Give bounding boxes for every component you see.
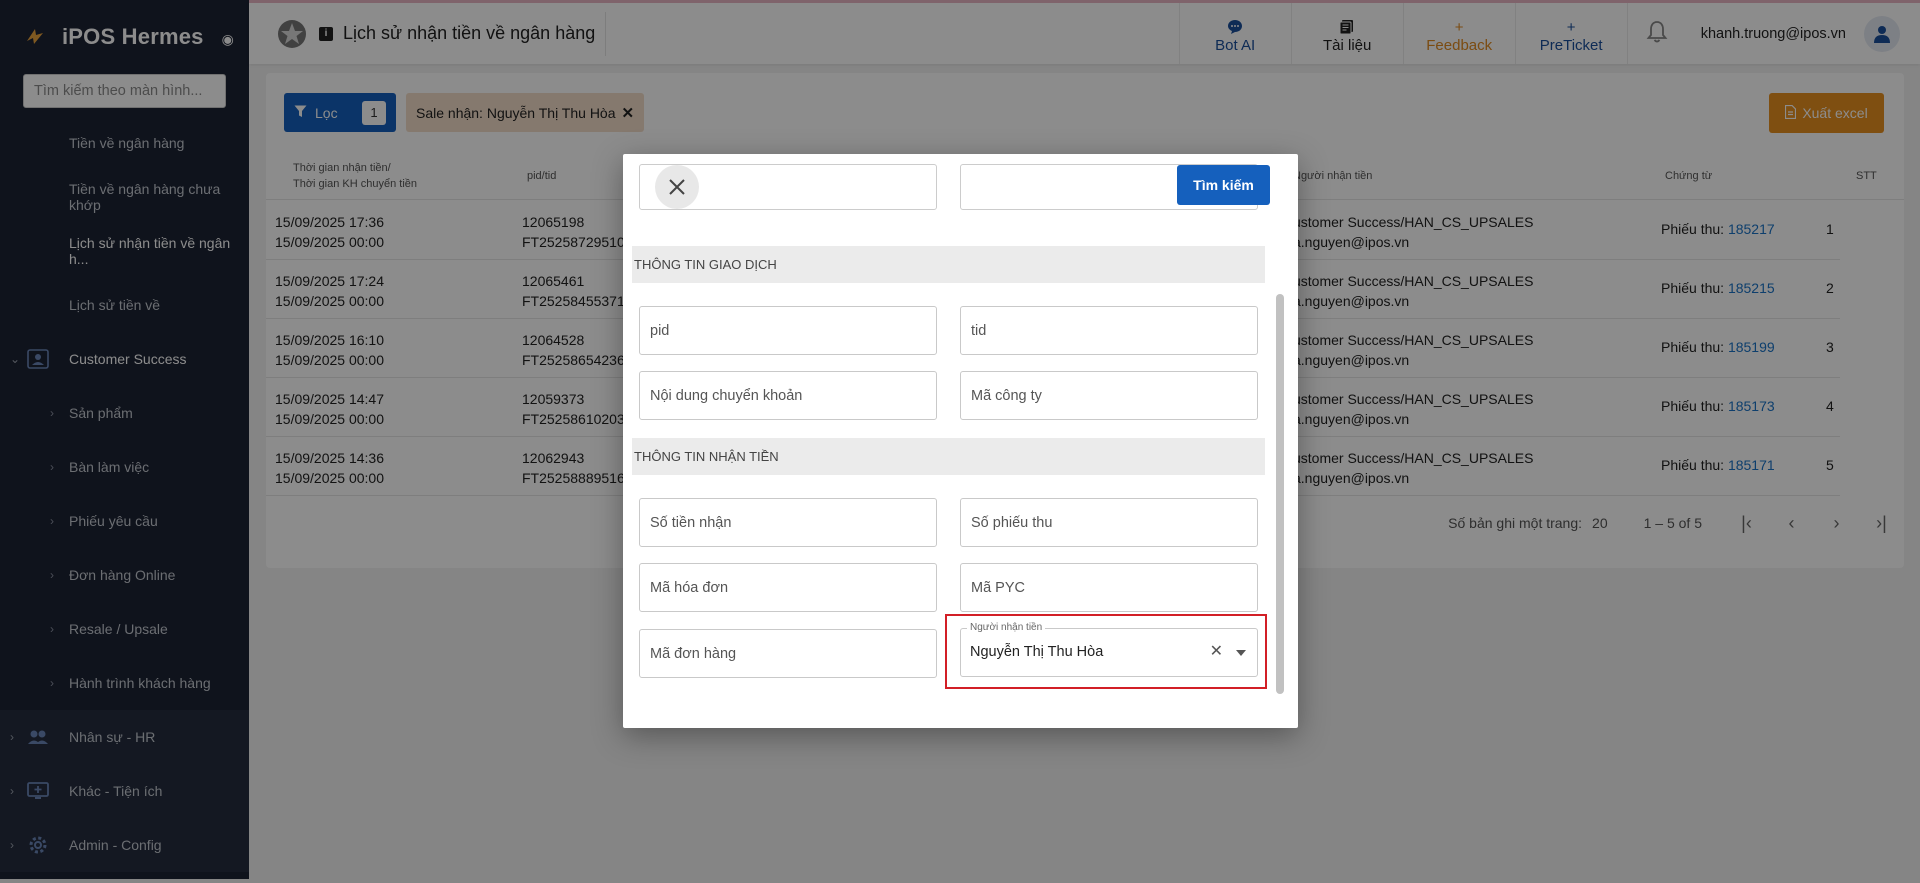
- order-code-field[interactable]: [639, 629, 937, 678]
- scrollbar-thumb[interactable]: [1276, 294, 1284, 694]
- invoice-code-input[interactable]: [650, 579, 936, 596]
- transfer-content-field[interactable]: [639, 371, 937, 420]
- modal-body: THÔNG TIN GIAO DỊCH THÔNG TIN NHẬN TIỀN …: [623, 154, 1273, 728]
- invoice-code-field[interactable]: [639, 563, 937, 612]
- amount-input[interactable]: [650, 514, 936, 531]
- amount-field[interactable]: [639, 498, 937, 547]
- pyc-code-field[interactable]: [960, 563, 1258, 612]
- order-code-input[interactable]: [650, 645, 936, 662]
- tid-input[interactable]: [971, 322, 1257, 339]
- filter-modal: Tìm kiếm THÔNG TIN GIAO DỊCH THÔNG TIN N…: [623, 154, 1298, 728]
- receipt-no-input[interactable]: [971, 514, 1257, 531]
- receiver-select-value: Nguyễn Thị Thu Hòa: [970, 644, 1104, 660]
- tid-field[interactable]: [960, 306, 1258, 355]
- receiver-select-label: Người nhận tiền: [967, 622, 1046, 633]
- pid-field[interactable]: [639, 306, 937, 355]
- company-code-input[interactable]: [971, 387, 1257, 404]
- modal-scrollbar[interactable]: [1276, 294, 1284, 694]
- section-receipt-info: THÔNG TIN NHẬN TIỀN: [632, 438, 1265, 475]
- receipt-no-field[interactable]: [960, 498, 1258, 547]
- close-button[interactable]: [655, 165, 699, 209]
- company-code-field[interactable]: [960, 371, 1258, 420]
- pid-input[interactable]: [650, 322, 936, 339]
- highlight-frame: Người nhận tiền Nguyễn Thị Thu Hòa ✕: [945, 614, 1267, 689]
- clear-icon[interactable]: ✕: [1210, 641, 1223, 661]
- close-icon: [669, 179, 685, 195]
- pyc-code-input[interactable]: [971, 579, 1257, 596]
- receiver-select[interactable]: Người nhận tiền Nguyễn Thị Thu Hòa ✕: [960, 622, 1258, 677]
- section-transaction-info: THÔNG TIN GIAO DỊCH: [632, 246, 1265, 283]
- caret-down-icon[interactable]: [1236, 650, 1246, 656]
- transfer-content-input[interactable]: [650, 387, 936, 404]
- search-button[interactable]: Tìm kiếm: [1177, 165, 1270, 205]
